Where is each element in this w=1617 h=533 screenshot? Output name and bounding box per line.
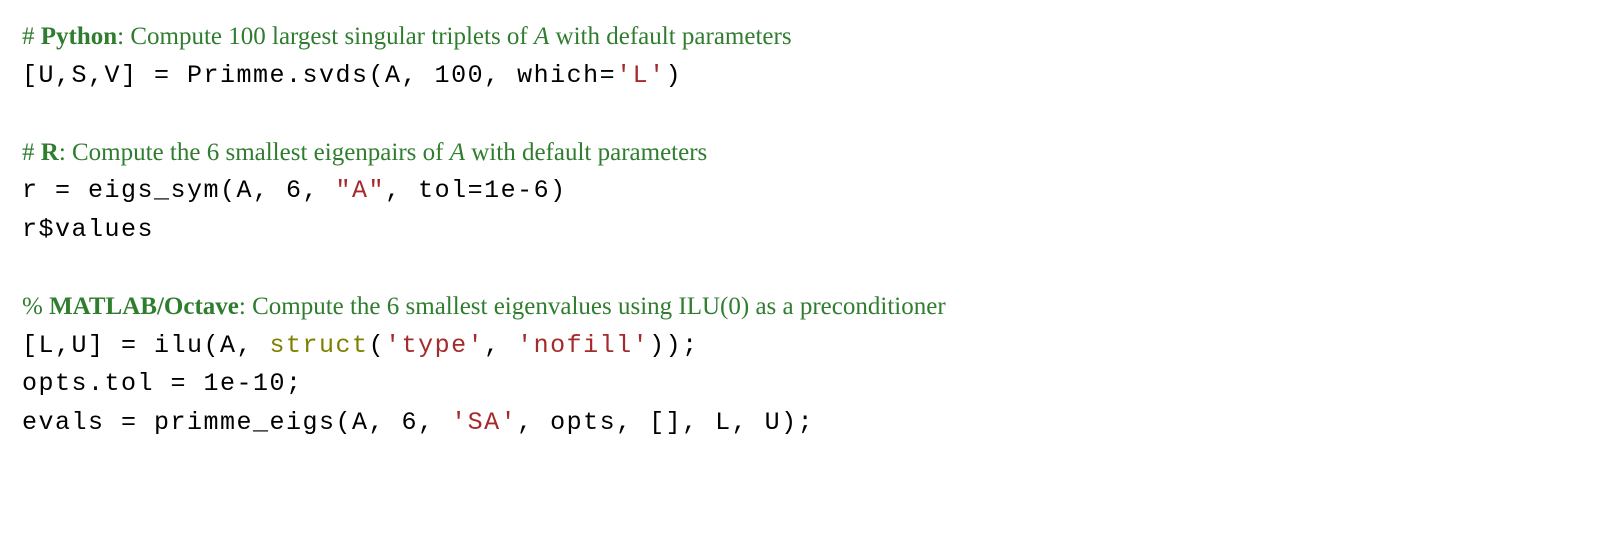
string-literal: 'type' (385, 331, 484, 360)
code-text: evals = primme_eigs(A, 6, (22, 408, 451, 437)
string-literal: 'SA' (451, 408, 517, 437)
code-line: evals = primme_eigs(A, 6, 'SA', opts, []… (22, 404, 1595, 443)
comment-line-python: # Python: Compute 100 largest singular t… (22, 18, 1595, 57)
code-line: opts.tol = 1e-10; (22, 365, 1595, 404)
code-text: r$values (22, 215, 154, 244)
comment-text-tail: with default parameters (465, 139, 707, 166)
code-text: ( (369, 331, 386, 360)
code-line: [L,U] = ilu(A, struct('type', 'nofill'))… (22, 327, 1595, 366)
code-text: r = eigs_sym(A, 6, (22, 176, 336, 205)
language-label: Python (41, 23, 117, 50)
code-text: [U,S,V] = Primme.svds(A, 100, which= (22, 61, 616, 90)
code-text: opts.tol = 1e-10; (22, 369, 303, 398)
language-label: R (41, 139, 59, 166)
string-literal: "A" (336, 176, 386, 205)
code-line: r = eigs_sym(A, 6, "A", tol=1e-6) (22, 172, 1595, 211)
comment-prefix: # (22, 23, 35, 50)
code-text: )); (649, 331, 699, 360)
comment-line-r: # R: Compute the 6 smallest eigenpairs o… (22, 134, 1595, 173)
comment-text: : Compute the 6 smallest eigenvalues usi… (239, 293, 946, 320)
comment-text-tail: with default parameters (549, 23, 791, 50)
comment-prefix: # (22, 139, 35, 166)
variable-a: A (534, 23, 549, 50)
comment-text: : Compute the 6 smallest eigenpairs of (59, 139, 450, 166)
code-text: , opts, [], L, U); (517, 408, 814, 437)
comment-text: : Compute 100 largest singular triplets … (117, 23, 534, 50)
code-text: ) (666, 61, 683, 90)
string-literal: 'L' (616, 61, 666, 90)
comment-prefix: % (22, 293, 43, 320)
code-text: , (484, 331, 517, 360)
comment-line-matlab: % MATLAB/Octave: Compute the 6 smallest … (22, 288, 1595, 327)
code-line: r$values (22, 211, 1595, 250)
variable-a: A (450, 139, 465, 166)
language-label: MATLAB/Octave (49, 293, 239, 320)
code-text: , tol=1e-6) (385, 176, 567, 205)
code-text: [L,U] = ilu(A, (22, 331, 270, 360)
keyword: struct (270, 331, 369, 360)
string-literal: 'nofill' (517, 331, 649, 360)
code-line: [U,S,V] = Primme.svds(A, 100, which='L') (22, 57, 1595, 96)
